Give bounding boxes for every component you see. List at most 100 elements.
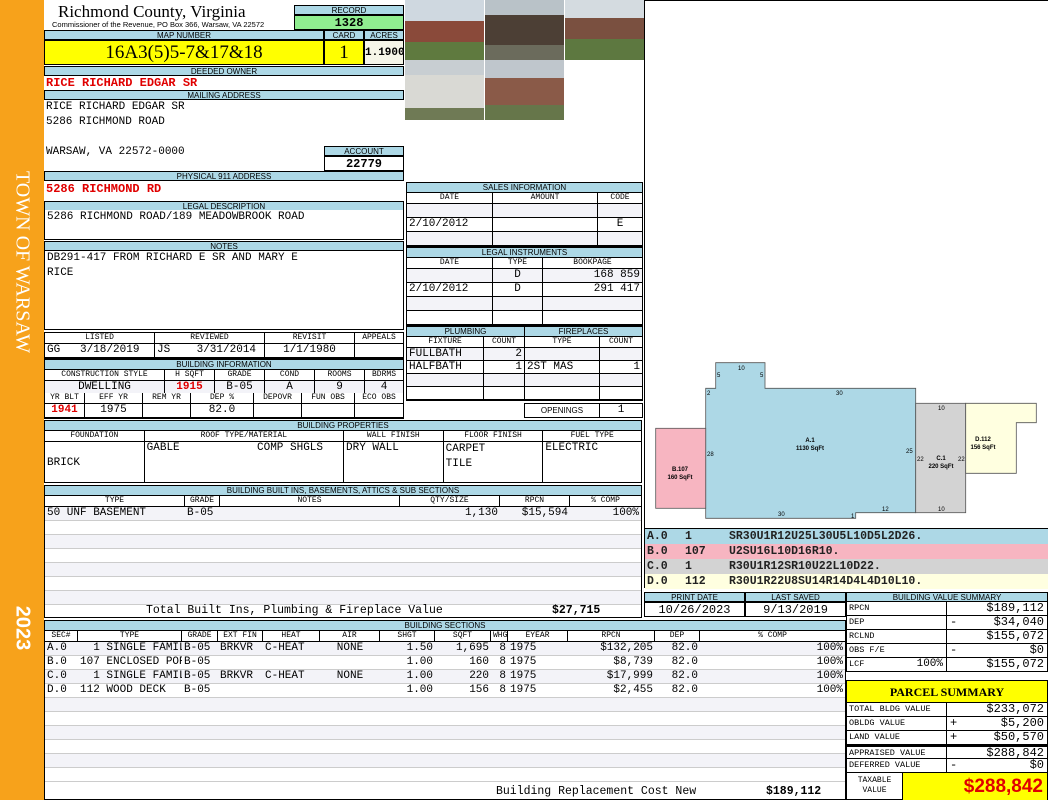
table-cell [568, 712, 655, 725]
sketch-code-row: B.0 107 U2SU16L10D16R10. [645, 544, 1048, 559]
col-header: GRADE [182, 631, 218, 641]
summary-value: $34,040 [993, 615, 1044, 629]
summary-sign: + [950, 730, 958, 744]
col-header: TYPE [525, 337, 600, 347]
card-label: CARD [324, 30, 364, 40]
sketch-code-sec: D.0 [647, 575, 668, 588]
table-cell [380, 698, 435, 711]
col-header: RPCN [568, 631, 655, 641]
roof-material-value: COMP SHGLS [257, 442, 324, 454]
summary-row: APPRAISED VALUE $288,842 [847, 745, 1047, 760]
table-cell [143, 404, 191, 417]
photo-carport[interactable] [485, 0, 564, 60]
col-header: REVIEWED [155, 333, 265, 343]
table-cell: 1.00 [406, 684, 433, 696]
table-cell [320, 740, 380, 753]
col-header: % COMP [758, 631, 787, 640]
header-row: CONSTRUCTION STYLE H SQFT GRADE COND ROOMS BD… [45, 370, 403, 381]
table-cell [543, 311, 642, 324]
table-cell [320, 698, 380, 711]
table-cell [320, 712, 380, 725]
table-cell [491, 768, 508, 781]
table-cell [491, 726, 508, 739]
table-cell [568, 698, 655, 711]
summary-sign: - [950, 758, 958, 772]
col-header: RPCN [500, 496, 570, 506]
summary-label-text: LCF [849, 659, 865, 669]
summary-label: OBLDG VALUE [847, 717, 947, 730]
table-cell [655, 740, 700, 753]
table-cell [185, 563, 220, 576]
photo-house-front[interactable] [405, 0, 484, 60]
table-cell [484, 374, 524, 386]
sketch-code-row: A.0 1 SR30U1R12U25L30U5L10D5L2D26. [645, 529, 1048, 544]
table-row [407, 297, 642, 311]
table-cell: B.0 [47, 656, 67, 668]
table-cell [220, 507, 400, 520]
notes: DB291-417 FROM RICHARD E SR AND MARY E R… [44, 251, 404, 330]
table-cell [570, 577, 641, 590]
col-header: AMOUNT [493, 193, 598, 203]
sketch-dim: 12 [882, 507, 889, 513]
table-cell [655, 698, 700, 711]
col-header: REM YR [143, 393, 191, 403]
review-dates: LISTED REVIEWED REVISIT APPEALS GG 3/18/2019… [44, 332, 404, 359]
table-cell [400, 591, 500, 604]
table-cell: D.0 [47, 684, 67, 696]
col-header: DEP % [191, 393, 254, 403]
col-header: HEAT [263, 631, 320, 641]
table-cell [182, 712, 218, 725]
photo-shed[interactable] [405, 60, 484, 120]
table-cell [78, 712, 182, 725]
table-cell [78, 740, 182, 753]
summary-value: $0 [1029, 643, 1044, 657]
foundation-value: BRICK [45, 442, 145, 482]
table-cell [600, 387, 642, 399]
table-cell [598, 232, 642, 245]
table-row [525, 387, 642, 400]
table-cell [493, 311, 543, 324]
table-cell: 1975 [85, 404, 143, 417]
summary-value: $155,072 [986, 657, 1044, 671]
table-cell: $17,999 [606, 670, 653, 682]
sketch-label: C.1 [936, 456, 946, 462]
table-cell [185, 577, 220, 590]
table-row [407, 374, 524, 387]
table-cell: 1975 [510, 684, 537, 696]
print-date: 10/26/2023 [644, 602, 745, 617]
building-sketch[interactable]: A.1 1130 SqFt B.107 160 SqFt C.1 220 SqF… [644, 0, 1048, 529]
summary-value: $189,112 [986, 601, 1044, 615]
sketch-label: A.1 [805, 438, 815, 444]
col-header: ROOMS [315, 370, 365, 380]
table-cell [493, 232, 598, 245]
built-ins-table: BUILDING BUILT INS, BASEMENTS, ATTICS & … [44, 485, 642, 618]
table-row: 50 UNF BASEMENT B-05 1,130 $15,594 100% [45, 507, 641, 521]
header-row: DATE TYPE BOOKPAGE [407, 258, 642, 269]
table-row: B.0 107 ENCLOSED PORCHB-05 1.00 160 8 1975 $8,… [45, 656, 845, 670]
table-cell: B-05 [184, 684, 211, 696]
photo-house-side[interactable] [565, 0, 645, 60]
sketch-dim: 22 [958, 457, 965, 463]
col-header: DEP [655, 631, 700, 641]
table-cell [302, 404, 355, 417]
table-row [45, 577, 641, 591]
sketch-code-row: C.0 1 R30U1R12SR10U22L10D22. [645, 559, 1048, 574]
table-row: C.0 1 SINGLE FAMILY B-05 BRKVR C-HEAT NONE 1.… [45, 670, 845, 684]
photo-house-rear[interactable] [485, 60, 564, 120]
table-cell [435, 754, 491, 767]
mailing-line: RICE RICHARD EDGAR SR [46, 101, 185, 113]
table-row [45, 754, 845, 768]
taxable-value-label: TAXABLE VALUE [847, 773, 903, 800]
col-header: YR BLT [45, 393, 85, 403]
col-header: FOUNDATION [45, 431, 145, 441]
header-row: LISTED REVIEWED REVISIT APPEALS [45, 333, 403, 344]
table-cell: NONE [336, 670, 364, 682]
table-cell [700, 768, 845, 781]
mailing-line: 5286 RICHMOND ROAD [46, 116, 165, 128]
acres-value: 1.1900 [364, 40, 405, 65]
table-cell: 8 [499, 656, 506, 668]
openings-label: OPENINGS [525, 404, 600, 417]
legal-instruments: LEGAL INSTRUMENTS DATE TYPE BOOKPAGE D 168 85… [406, 247, 643, 326]
table-cell: C.0 [47, 670, 67, 682]
summary-label: OBS F/E [847, 644, 947, 657]
